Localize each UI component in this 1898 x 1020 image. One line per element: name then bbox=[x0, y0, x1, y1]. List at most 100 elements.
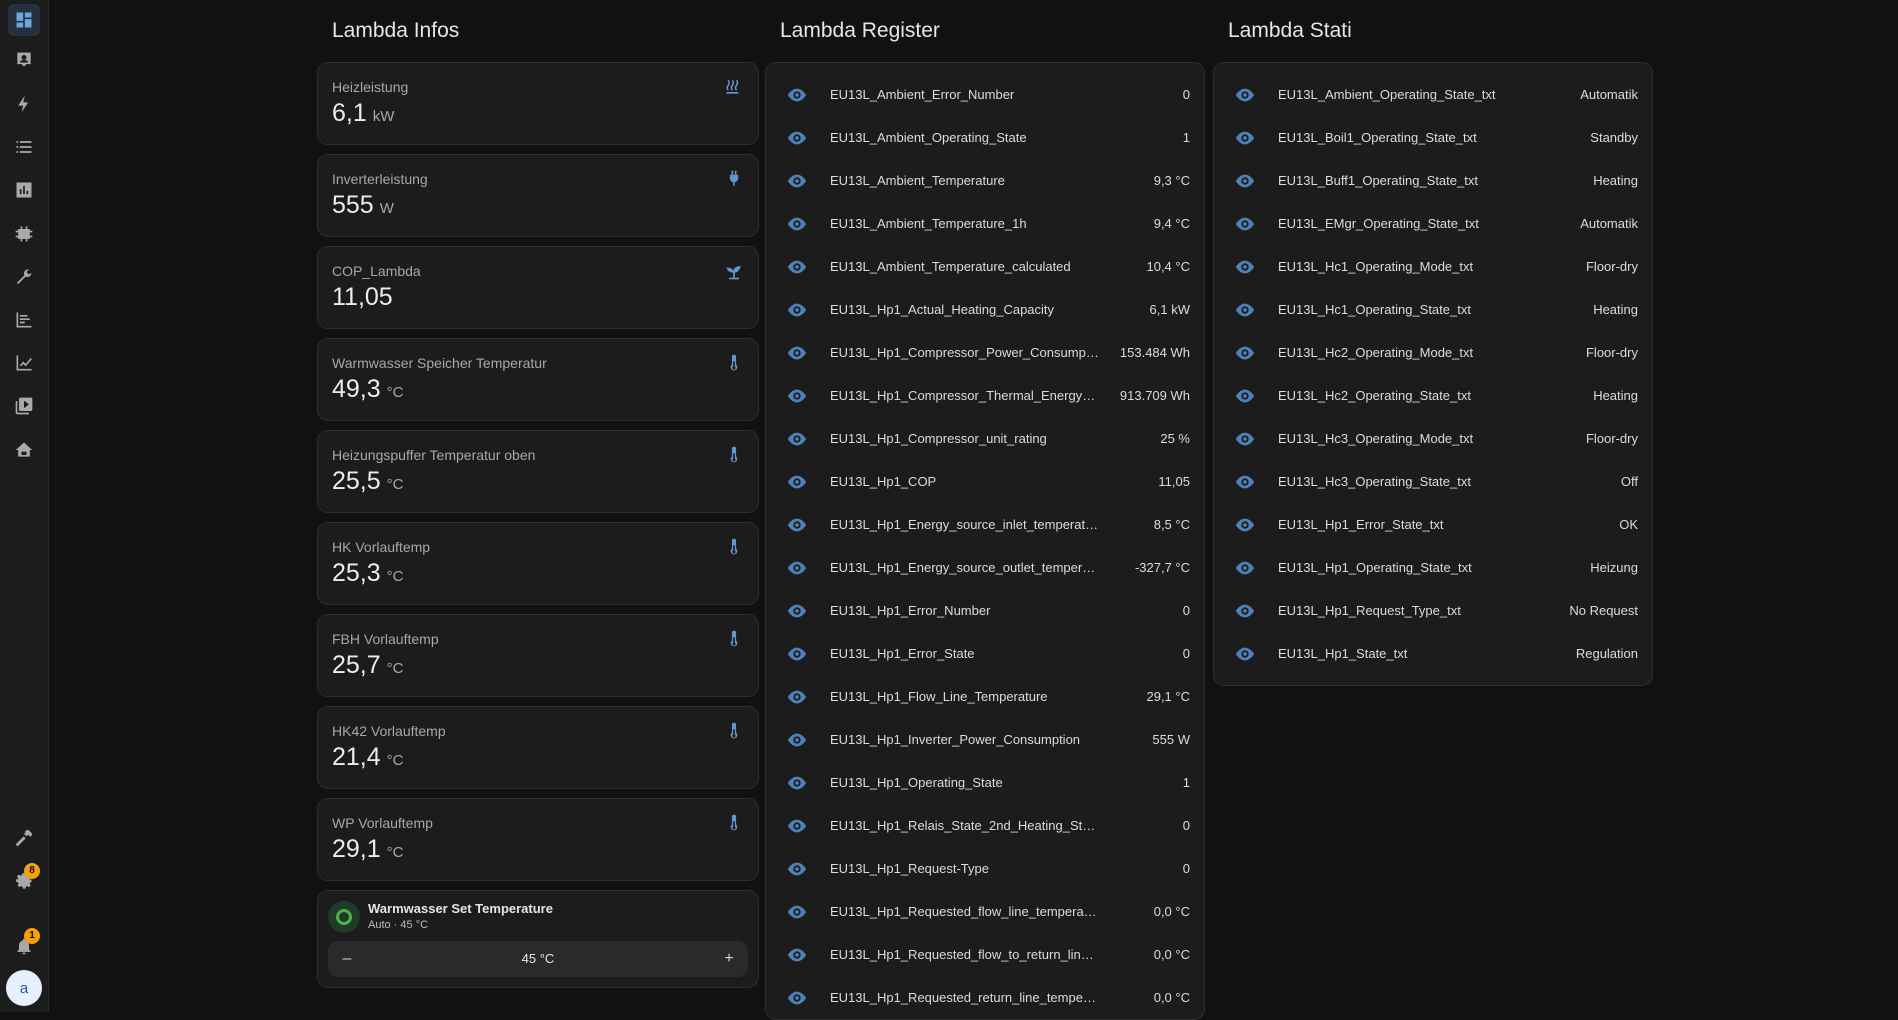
entity-value: 25 % bbox=[1160, 431, 1190, 446]
sensor-tile[interactable]: Inverterleistung 555 W bbox=[317, 154, 759, 237]
entity-value: Automatik bbox=[1580, 87, 1638, 102]
history-icon[interactable] bbox=[8, 174, 40, 206]
sensor-tile[interactable]: WP Vorlauftemp 29,1 °C bbox=[317, 798, 759, 881]
sensor-tile[interactable]: HK42 Vorlauftemp 21,4 °C bbox=[317, 706, 759, 789]
register-title: Lambda Register bbox=[780, 19, 940, 42]
tile-value: 25,3 °C bbox=[332, 559, 404, 588]
entity-row[interactable]: EU13L_Hp1_COP 11,05 bbox=[766, 460, 1204, 503]
entity-row[interactable]: EU13L_Hp1_Flow_Line_Temperature 29,1 °C bbox=[766, 675, 1204, 718]
entity-row[interactable]: EU13L_Ambient_Temperature_1h 9,4 °C bbox=[766, 202, 1204, 245]
entity-row[interactable]: EU13L_EMgr_Operating_State_txt Automatik bbox=[1214, 202, 1652, 245]
avatar[interactable]: a bbox=[6, 970, 42, 1006]
entity-row[interactable]: EU13L_Hp1_Inverter_Power_Consumption 555 … bbox=[766, 718, 1204, 761]
entity-row[interactable]: EU13L_Hp1_Requested_flow_line_temperatur… bbox=[766, 890, 1204, 933]
entity-row[interactable]: EU13L_Hp1_Compressor_Thermal_Energy_Outp… bbox=[766, 374, 1204, 417]
entity-row[interactable]: EU13L_Hc2_Operating_Mode_txt Floor-dry bbox=[1214, 331, 1652, 374]
entity-row[interactable]: EU13L_Hp1_Requested_return_line_temperat… bbox=[766, 976, 1204, 1019]
eye-icon bbox=[786, 686, 808, 708]
dashboard-icon[interactable] bbox=[8, 4, 40, 36]
entity-row[interactable]: EU13L_Ambient_Temperature_calculated 10,4… bbox=[766, 245, 1204, 288]
entity-value: 0,0 °C bbox=[1153, 990, 1190, 1005]
entity-row[interactable]: EU13L_Hp1_Error_State_txt OK bbox=[1214, 503, 1652, 546]
sensor-tile[interactable]: Heizungspuffer Temperatur oben 25,5 °C bbox=[317, 430, 759, 513]
sidebar: 8 1 a bbox=[0, 0, 49, 1012]
entity-name: EU13L_Ambient_Error_Number bbox=[830, 87, 1015, 102]
infos-title: Lambda Infos bbox=[332, 19, 460, 42]
sensor-tile[interactable]: Warmwasser Speicher Temperatur 49,3 °C bbox=[317, 338, 759, 421]
entity-value: Floor-dry bbox=[1585, 345, 1638, 360]
entity-row[interactable]: EU13L_Hp1_Error_State 0 bbox=[766, 632, 1204, 675]
logbook-icon[interactable] bbox=[8, 131, 40, 163]
eye-icon bbox=[786, 299, 808, 321]
entity-value: 0 bbox=[1182, 87, 1190, 102]
entity-row[interactable]: EU13L_Boil1_Operating_State_txt Standby bbox=[1214, 116, 1652, 159]
sensor-tile[interactable]: FBH Vorlauftemp 25,7 °C bbox=[317, 614, 759, 697]
eye-icon bbox=[786, 342, 808, 364]
register-column: Lambda Register EU13L_Ambient_Error_Numb… bbox=[765, 0, 1205, 1020]
eye-icon bbox=[786, 901, 808, 923]
entity-row[interactable]: EU13L_Hp1_Operating_State_txt Heizung bbox=[1214, 546, 1652, 589]
increase-button[interactable]: + bbox=[714, 941, 744, 977]
eye-icon bbox=[1234, 127, 1256, 149]
entity-name: EU13L_Hp1_Compressor_Thermal_Energy_Outp… bbox=[830, 388, 1100, 403]
entity-row[interactable]: EU13L_Hp1_Operating_State 1 bbox=[766, 761, 1204, 804]
entity-name: EU13L_Hp1_Request-Type bbox=[830, 861, 989, 876]
entity-row[interactable]: EU13L_Hc1_Operating_State_txt Heating bbox=[1214, 288, 1652, 331]
thermometer-icon bbox=[724, 353, 744, 373]
statistics-icon[interactable] bbox=[8, 347, 40, 379]
entity-row[interactable]: EU13L_Hp1_Compressor_Power_Consumption_a… bbox=[766, 331, 1204, 374]
wrench-icon[interactable] bbox=[8, 261, 40, 293]
entity-row[interactable]: EU13L_Hc2_Operating_State_txt Heating bbox=[1214, 374, 1652, 417]
entity-row[interactable]: EU13L_Buff1_Operating_State_txt Heating bbox=[1214, 159, 1652, 202]
tile-unit: kW bbox=[372, 108, 395, 125]
energy-icon[interactable] bbox=[8, 88, 40, 120]
entity-name: EU13L_Hp1_Operating_State_txt bbox=[1278, 560, 1472, 575]
tile-name: Heizungspuffer Temperatur oben bbox=[332, 447, 536, 463]
entity-value: 0 bbox=[1182, 861, 1190, 876]
media-icon[interactable] bbox=[8, 390, 40, 422]
entity-row[interactable]: EU13L_Hp1_Request-Type 0 bbox=[766, 847, 1204, 890]
entity-name: EU13L_Hc2_Operating_Mode_txt bbox=[1278, 345, 1474, 360]
entity-name: EU13L_Buff1_Operating_State_txt bbox=[1278, 173, 1478, 188]
gear-icon[interactable]: 8 bbox=[8, 863, 40, 897]
entity-row[interactable]: EU13L_Hc3_Operating_State_txt Off bbox=[1214, 460, 1652, 503]
entity-row[interactable]: EU13L_Ambient_Operating_State_txt Automat… bbox=[1214, 73, 1652, 116]
hammer-icon[interactable] bbox=[8, 822, 40, 854]
eye-icon bbox=[1234, 643, 1256, 665]
tile-value-number: 555 bbox=[332, 191, 374, 219]
chart-icon[interactable] bbox=[8, 304, 40, 336]
entity-row[interactable]: EU13L_Hp1_Energy_source_inlet_temperatur… bbox=[766, 503, 1204, 546]
tile-value: 11,05 bbox=[332, 283, 399, 312]
sensor-tile[interactable]: COP_Lambda 11,05 bbox=[317, 246, 759, 329]
integration-icon[interactable] bbox=[8, 218, 40, 250]
entity-name: EU13L_Hp1_Actual_Heating_Capacity bbox=[830, 302, 1055, 317]
sensor-tile[interactable]: Heizleistung 6,1 kW bbox=[317, 62, 759, 145]
entity-value: 11,05 bbox=[1158, 474, 1190, 489]
eye-icon bbox=[786, 256, 808, 278]
entity-row[interactable]: EU13L_Ambient_Error_Number 0 bbox=[766, 73, 1204, 116]
plug-icon bbox=[724, 169, 744, 189]
entity-row[interactable]: EU13L_Ambient_Temperature 9,3 °C bbox=[766, 159, 1204, 202]
sensor-tile[interactable]: HK Vorlauftemp 25,3 °C bbox=[317, 522, 759, 605]
entity-row[interactable]: EU13L_Hc1_Operating_Mode_txt Floor-dry bbox=[1214, 245, 1652, 288]
entity-value: 0 bbox=[1182, 603, 1190, 618]
stepper-value: 45 °C bbox=[521, 951, 555, 966]
entity-row[interactable]: EU13L_Hp1_Compressor_unit_rating 25 % bbox=[766, 417, 1204, 460]
tile-value-number: 21,4 bbox=[332, 743, 381, 771]
entity-row[interactable]: EU13L_Hp1_Request_Type_txt No Request bbox=[1214, 589, 1652, 632]
entity-row[interactable]: EU13L_Hp1_Requested_flow_to_return_line_… bbox=[766, 933, 1204, 976]
entity-row[interactable]: EU13L_Hp1_State_txt Regulation bbox=[1214, 632, 1652, 675]
entity-row[interactable]: EU13L_Hp1_Relais_State_2nd_Heating_Stage… bbox=[766, 804, 1204, 847]
entity-name: EU13L_Hp1_Compressor_Power_Consumption_a… bbox=[830, 345, 1100, 360]
entity-row[interactable]: EU13L_Hp1_Error_Number 0 bbox=[766, 589, 1204, 632]
entity-row[interactable]: EU13L_Hc3_Operating_Mode_txt Floor-dry bbox=[1214, 417, 1652, 460]
home-icon[interactable] bbox=[8, 434, 40, 466]
map-icon[interactable] bbox=[8, 44, 40, 76]
entity-row[interactable]: EU13L_Hp1_Actual_Heating_Capacity 6,1 kW bbox=[766, 288, 1204, 331]
entity-row[interactable]: EU13L_Hp1_Energy_source_outlet_temperatu… bbox=[766, 546, 1204, 589]
sprout-icon bbox=[724, 261, 744, 281]
water-heater-card[interactable]: Warmwasser Set Temperature Auto · 45 °C … bbox=[317, 890, 759, 988]
entity-row[interactable]: EU13L_Ambient_Operating_State 1 bbox=[766, 116, 1204, 159]
bell-icon[interactable]: 1 bbox=[8, 928, 40, 962]
entity-name: EU13L_Hp1_Error_State_txt bbox=[1278, 517, 1444, 532]
